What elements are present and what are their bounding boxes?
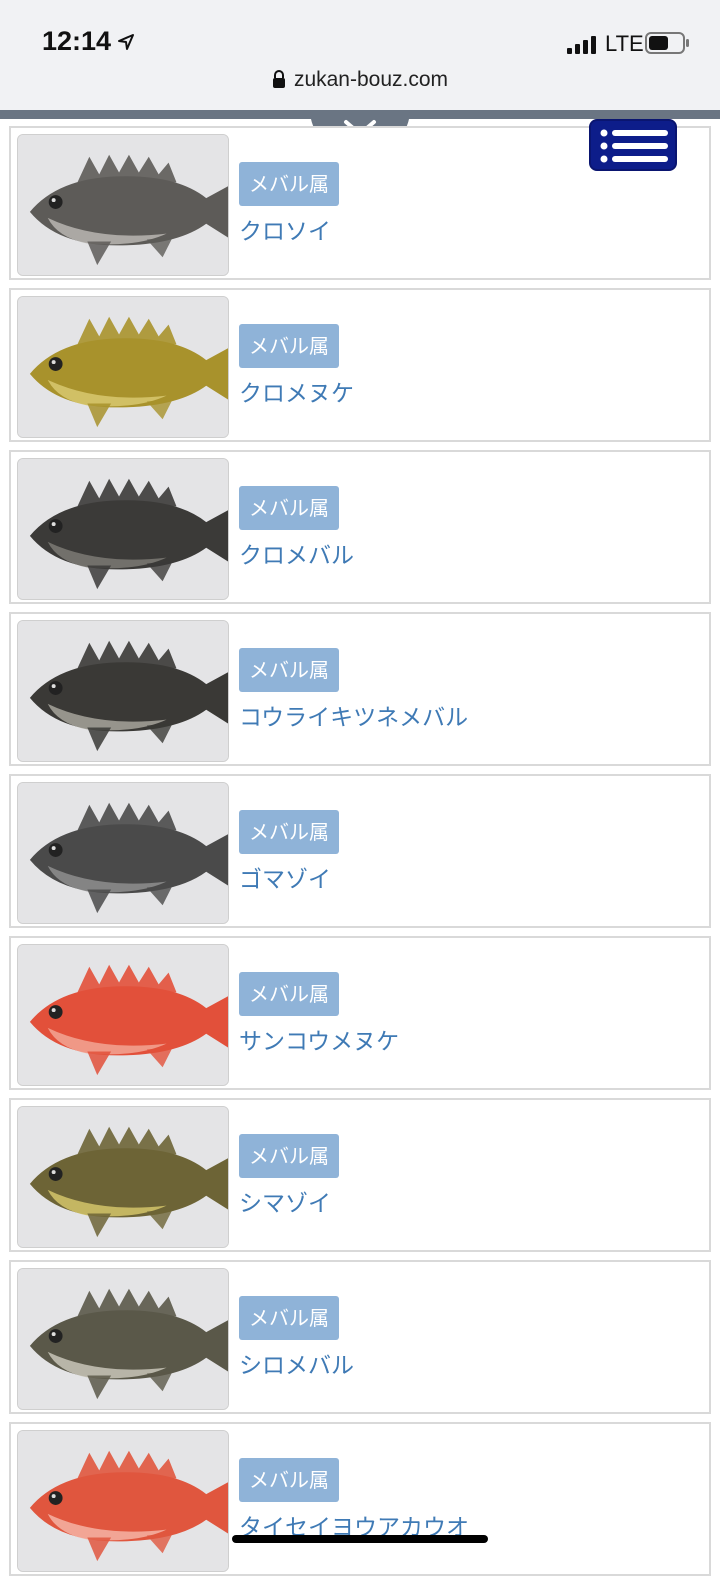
lock-icon [272, 70, 286, 94]
fish-thumbnail[interactable] [17, 782, 229, 924]
genus-tag[interactable]: メバル属 [239, 810, 339, 854]
fish-card[interactable]: メバル属 ゴマゾイ [9, 774, 711, 928]
fish-card[interactable]: メバル属 クロメヌケ [9, 288, 711, 442]
fish-thumbnail[interactable] [17, 458, 229, 600]
genus-tag[interactable]: メバル属 [239, 162, 339, 206]
fish-name-link[interactable]: コウライキツネメバル [239, 698, 468, 732]
fish-name-link[interactable]: クロメバル [239, 536, 354, 570]
location-arrow-icon [117, 33, 135, 55]
fish-name-link[interactable]: シマゾイ [239, 1184, 331, 1218]
fish-card[interactable]: メバル属 シロメバル [9, 1260, 711, 1414]
fish-thumbnail[interactable] [17, 1106, 229, 1248]
fish-thumbnail[interactable] [17, 620, 229, 762]
battery-icon [645, 32, 691, 58]
fish-name-link[interactable]: ゴマゾイ [239, 860, 331, 894]
status-bar: 12:14 LTE zukan-bouz.com [0, 0, 720, 110]
fish-card[interactable]: メバル属サンコウメヌケ [9, 936, 711, 1090]
genus-tag[interactable]: メバル属 [239, 1296, 339, 1340]
menu-button[interactable] [589, 119, 677, 171]
menu-list-icon [600, 129, 668, 163]
fish-thumbnail[interactable] [17, 1430, 229, 1572]
genus-tag[interactable]: メバル属 [239, 648, 339, 692]
fish-card[interactable]: メバル属 クロメバル [9, 450, 711, 604]
carrier-label: LTE [605, 31, 644, 56]
home-indicator [232, 1535, 488, 1543]
genus-tag[interactable]: メバル属 [239, 972, 339, 1016]
fish-thumbnail[interactable] [17, 1268, 229, 1410]
fish-thumbnail[interactable] [17, 134, 229, 276]
fish-thumbnail[interactable] [17, 296, 229, 438]
fish-card[interactable]: メバル属 シマゾイ [9, 1098, 711, 1252]
genus-tag[interactable]: メバル属 [239, 486, 339, 530]
fish-name-link[interactable]: クロメヌケ [239, 374, 354, 408]
genus-tag[interactable]: メバル属 [239, 324, 339, 368]
fish-name-link[interactable]: クロソイ [239, 212, 331, 246]
url-bar[interactable]: zukan-bouz.com [0, 68, 720, 94]
fish-list: メバル属 クロソイ メバル属 クロメヌケ メバル属 クロメバル メバル属 コウライキツネメバル… [9, 126, 711, 1584]
status-time: 12:14 [42, 26, 112, 56]
fish-card[interactable]: メバル属 タイセイヨウアカウオ [9, 1422, 711, 1576]
fish-name-link[interactable]: サンコウメヌケ [239, 1022, 399, 1056]
fish-thumbnail[interactable] [17, 944, 229, 1086]
signal-icon [567, 36, 597, 58]
url-text: zukan-bouz.com [293, 68, 449, 91]
fish-name-link[interactable]: シロメバル [239, 1346, 354, 1380]
genus-tag[interactable]: メバル属 [239, 1134, 339, 1178]
fish-card[interactable]: メバル属コウライキツネメバル [9, 612, 711, 766]
genus-tag[interactable]: メバル属 [239, 1458, 339, 1502]
